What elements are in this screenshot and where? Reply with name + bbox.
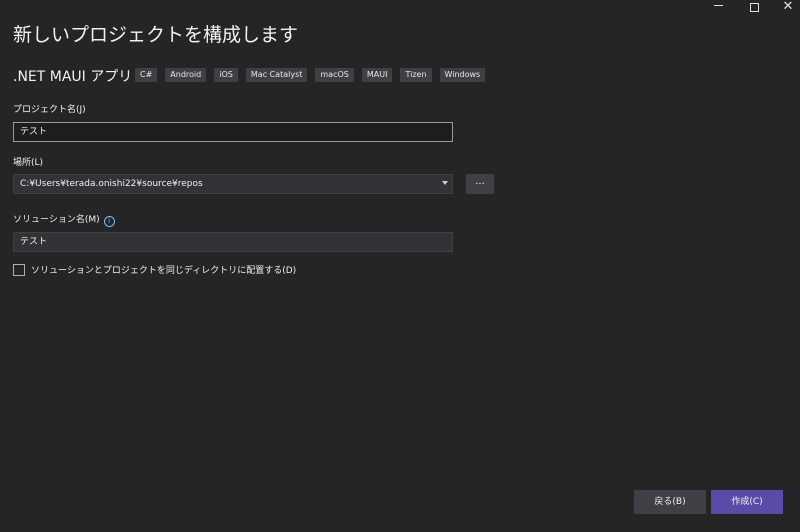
minimize-button[interactable] xyxy=(700,0,736,18)
project-name-input[interactable]: テスト xyxy=(13,122,453,142)
browse-button[interactable]: ... xyxy=(466,174,494,194)
solution-name-label: ソリューション名(M) xyxy=(13,215,100,225)
tag-maui: MAUI xyxy=(361,68,393,82)
solution-name-input[interactable]: テスト xyxy=(13,232,453,252)
chevron-down-icon xyxy=(442,181,448,185)
maximize-button[interactable] xyxy=(736,0,772,18)
close-button[interactable]: ✕ xyxy=(770,0,800,18)
location-label: 場所(L) xyxy=(13,158,44,168)
project-name-label: プロジェクト名(J) xyxy=(13,105,86,115)
tag-mac-catalyst: Mac Catalyst xyxy=(245,68,308,82)
minimize-icon xyxy=(713,4,723,6)
tag-ios: iOS xyxy=(214,68,238,82)
location-value: C:¥Users¥terada.onishi22¥source¥repos xyxy=(20,179,203,189)
solution-name-label-row: ソリューション名(M) i xyxy=(13,212,115,227)
page-title: 新しいプロジェクトを構成します xyxy=(13,24,299,46)
back-button[interactable]: 戻る(B) xyxy=(634,490,706,514)
maximize-icon xyxy=(749,2,759,12)
same-directory-checkbox[interactable] xyxy=(13,263,25,276)
location-select[interactable]: C:¥Users¥terada.onishi22¥source¥repos xyxy=(13,174,453,194)
tag-android: Android xyxy=(165,68,207,82)
tag-windows: Windows xyxy=(439,68,486,82)
same-directory-checkbox-label: ソリューションとプロジェクトを同じディレクトリに配置する(D) xyxy=(31,266,297,276)
close-icon: ✕ xyxy=(782,0,794,14)
template-name: .NET MAUI アプリ xyxy=(13,69,133,85)
template-tags: C# Android iOS Mac Catalyst macOS MAUI T… xyxy=(135,68,486,82)
info-icon[interactable]: i xyxy=(103,216,115,227)
create-button[interactable]: 作成(C) xyxy=(711,490,783,514)
tag-csharp: C# xyxy=(135,68,158,82)
tag-tizen: Tizen xyxy=(400,68,432,82)
same-directory-option[interactable]: ソリューションとプロジェクトを同じディレクトリに配置する(D) xyxy=(13,263,296,276)
tag-macos: macOS xyxy=(315,68,354,82)
